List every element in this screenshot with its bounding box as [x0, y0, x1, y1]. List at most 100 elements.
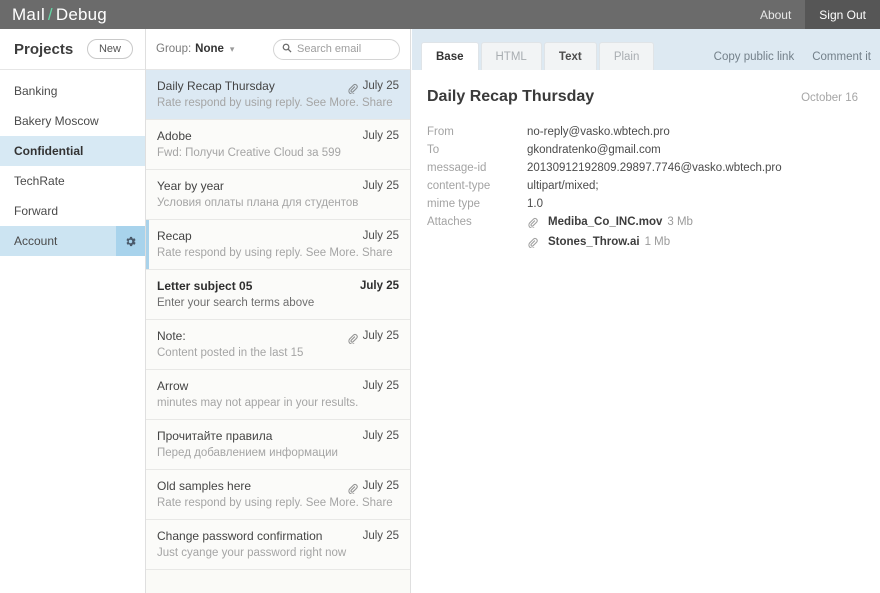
sidebar-item-label: Bakery Moscow — [14, 114, 99, 128]
email-preview: Перед добавлением информации — [157, 447, 338, 459]
list-item-header: Letter subject 05 July 25 — [157, 279, 399, 293]
sidebar-item-bakery-moscow[interactable]: Bakery Moscow — [0, 106, 145, 136]
logo-slash: / — [47, 4, 53, 24]
top-bar-links: About Sign Out — [746, 0, 880, 29]
email-list-empty-area — [146, 570, 410, 593]
list-item-header: Arrow July 25 — [157, 379, 399, 393]
list-item-header: Daily Recap Thursday July 25 — [157, 79, 399, 95]
comment-it-button[interactable]: Comment it — [812, 51, 871, 63]
email-date: July 25 — [362, 380, 399, 392]
list-item[interactable]: Change password confirmation July 25 Just … — [146, 520, 410, 570]
sidebar-item-confidential[interactable]: Confidential — [0, 136, 145, 166]
email-preview: Enter your search terms above — [157, 297, 315, 309]
tab-base[interactable]: Base — [421, 42, 479, 70]
search-input[interactable] — [297, 43, 391, 55]
email-subject: Letter subject 05 — [157, 279, 253, 293]
sidebar-item-label: Banking — [14, 84, 58, 98]
list-item[interactable]: Letter subject 05 July 25 Enter your searc… — [146, 270, 410, 320]
metadata-row: From no-reply@vasko.wbtech.pro — [427, 124, 858, 140]
email-date: July 25 — [362, 480, 399, 492]
email-preview: Условия оплаты плана для студентов — [157, 197, 359, 209]
detail-action-links: Copy public link Comment it — [714, 51, 871, 70]
copy-public-link-button[interactable]: Copy public link — [714, 51, 795, 63]
sidebar-item-banking[interactable]: Banking — [0, 76, 145, 106]
email-subject-heading: Daily Recap Thursday — [427, 88, 595, 105]
metadata-key: content-type — [427, 180, 491, 192]
attachment-item[interactable]: Mediba_Co_INC.mov 3 Mb — [527, 214, 693, 230]
sign-out-button[interactable]: Sign Out — [805, 0, 880, 29]
email-list[interactable]: Daily Recap Thursday July 25 Rate respond … — [146, 70, 410, 593]
gear-icon[interactable] — [116, 226, 145, 256]
email-preview: Rate respond by using reply. See More. S… — [157, 247, 393, 259]
email-subject: Daily Recap Thursday — [157, 79, 275, 93]
sidebar-item-forward[interactable]: Forward — [0, 196, 145, 226]
metadata-key: To — [427, 144, 440, 156]
list-item[interactable]: Old samples here July 25 Rate respond by u… — [146, 470, 410, 520]
list-item-header: Old samples here July 25 — [157, 479, 399, 495]
tab-text[interactable]: Text — [543, 42, 597, 70]
attachments-key: Attaches — [427, 216, 472, 228]
sidebar-item-label: TechRate — [14, 174, 65, 188]
metadata-row: message-id 20130912192809.29897.7746@vask… — [427, 160, 858, 176]
list-item-header: Adobe July 25 — [157, 129, 399, 143]
project-list: Banking Bakery Moscow Confidential TechRate… — [0, 70, 145, 256]
email-preview: Content posted in the last 15 — [157, 347, 304, 359]
email-preview: Just cyange your password right now — [157, 547, 347, 559]
email-subject: Recap — [157, 229, 192, 243]
email-date: July 25 — [362, 130, 399, 142]
paperclip-icon — [527, 217, 538, 229]
metadata-row: content-type ultipart/mixed; — [427, 178, 858, 194]
sidebar-item-account[interactable]: Account — [0, 226, 145, 256]
list-item[interactable]: Note: July 25 Content posted in the last 1… — [146, 320, 410, 370]
new-project-button[interactable]: New — [86, 38, 133, 60]
metadata-row: mime type 1.0 — [427, 196, 858, 212]
list-item[interactable]: Year by year July 25 Условия оплаты плана … — [146, 170, 410, 220]
list-item[interactable]: Прочитайте правила July 25 Перед добавлени… — [146, 420, 410, 470]
detail-title-row: Daily Recap Thursday October 16 — [427, 88, 858, 106]
search-icon — [282, 40, 292, 58]
attachment-name: Stones_Throw.ai — [548, 236, 640, 248]
sidebar-item-label: Confidential — [14, 144, 84, 158]
tab-html[interactable]: HTML — [480, 42, 542, 70]
email-subject: Old samples here — [157, 479, 252, 493]
metadata-key: mime type — [427, 198, 481, 210]
email-subject: Arrow — [157, 379, 189, 393]
email-date: July 25 — [362, 430, 399, 442]
app-logo[interactable]: Maıl / Debug — [12, 5, 107, 25]
group-dropdown[interactable]: Group: None ▾ — [156, 43, 234, 55]
metadata-value: ultipart/mixed; — [527, 180, 599, 192]
attachment-list: Mediba_Co_INC.mov 3 Mb Stones_Throw.ai 1 Mb — [527, 214, 693, 250]
list-item-header: Change password confirmation July 25 — [157, 529, 399, 543]
email-preview: Fwd: Получи Creative Cloud за 599 — [157, 147, 341, 159]
sidebar-item-techrate[interactable]: TechRate — [0, 166, 145, 196]
metadata-row: To gkondratenko@gmail.com — [427, 142, 858, 158]
email-preview: Rate respond by using reply. See More. S… — [157, 97, 393, 109]
list-item[interactable]: Recap July 25 Rate respond by using reply.… — [146, 220, 410, 270]
email-subject: Change password confirmation — [157, 529, 323, 543]
list-item-header: Прочитайте правила July 25 — [157, 429, 399, 443]
paperclip-icon — [527, 237, 538, 249]
about-link[interactable]: About — [746, 0, 805, 29]
group-label: Group: — [156, 43, 192, 55]
group-value: None — [195, 43, 224, 55]
email-preview: Rate respond by using reply. See More. S… — [157, 497, 393, 509]
metadata-value: gkondratenko@gmail.com — [527, 144, 661, 156]
attachment-item[interactable]: Stones_Throw.ai 1 Mb — [527, 234, 693, 250]
sidebar-item-label: Account — [14, 234, 58, 248]
tab-plain[interactable]: Plain — [598, 42, 655, 70]
top-bar: Maıl / Debug About Sign Out — [0, 0, 880, 29]
list-item[interactable]: Daily Recap Thursday July 25 Rate respond … — [146, 70, 410, 120]
email-date: July 25 — [362, 230, 399, 242]
email-date: July 25 — [362, 80, 399, 92]
list-item[interactable]: Arrow July 25 minutes may not appear in yo… — [146, 370, 410, 420]
list-item-header: Year by year July 25 — [157, 179, 399, 193]
email-date: July 25 — [360, 280, 399, 292]
attachment-size: 3 Mb — [667, 216, 693, 228]
logo-text-second: Debug — [55, 4, 107, 24]
search-box[interactable] — [273, 38, 400, 60]
metadata-key: message-id — [427, 162, 487, 174]
list-item[interactable]: Adobe July 25 Fwd: Получи Creative Cloud з… — [146, 120, 410, 170]
email-metadata: From no-reply@vasko.wbtech.pro To gkondrate… — [427, 124, 858, 250]
paperclip-icon — [347, 481, 358, 495]
email-subject: Year by year — [157, 179, 224, 193]
